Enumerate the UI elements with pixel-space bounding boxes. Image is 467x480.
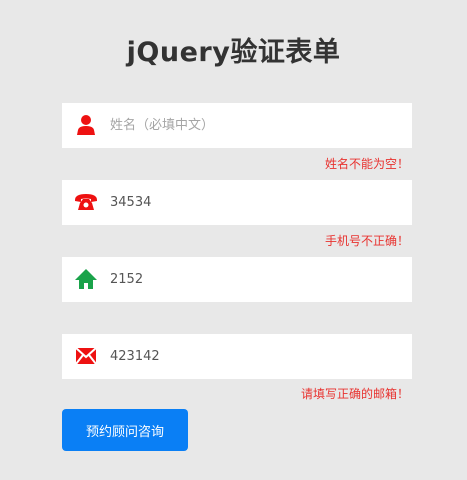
phone-icon <box>74 190 98 214</box>
user-icon <box>74 113 98 137</box>
email-input[interactable] <box>110 334 400 379</box>
page-title: jQuery验证表单 <box>126 37 341 68</box>
phone-field[interactable] <box>62 180 412 225</box>
phone-error: 手机号不正确！ <box>324 234 409 248</box>
email-error: 请填写正确的邮箱！ <box>300 387 409 401</box>
name-error: 姓名不能为空！ <box>324 157 409 171</box>
phone-input[interactable] <box>110 180 400 225</box>
address-field[interactable] <box>62 257 412 302</box>
email-icon <box>74 344 98 368</box>
name-field[interactable] <box>62 103 412 148</box>
address-input[interactable] <box>110 257 400 302</box>
submit-button[interactable]: 预约顾问咨询 <box>62 409 188 451</box>
email-field[interactable] <box>62 334 412 379</box>
name-input[interactable] <box>110 103 400 148</box>
home-icon <box>74 267 98 291</box>
